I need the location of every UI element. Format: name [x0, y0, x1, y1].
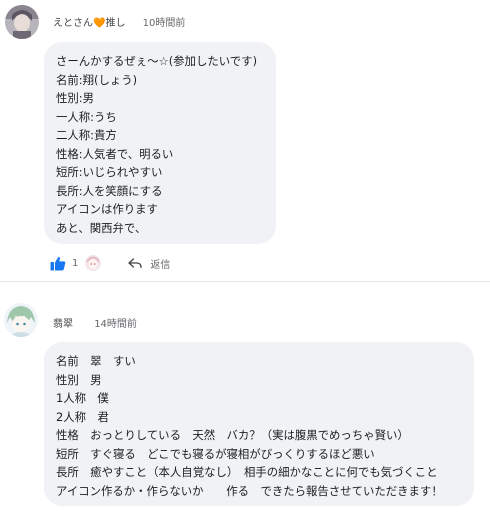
timestamp[interactable]: 14時間前 — [94, 319, 137, 330]
comment-meta: えとさん🧡推し 10時間前 — [53, 14, 185, 29]
reply-button[interactable]: 返信 — [128, 256, 170, 271]
reply-label: 返信 — [150, 259, 171, 271]
comment-bubble: さーんかするぜぇ～☆(参加したいです) 名前:翔(しょう) 性別:男 一人称:う… — [44, 42, 276, 244]
comment-line: 性別 男 — [56, 372, 102, 387]
avatar-image — [5, 5, 39, 39]
comment-line: 短所:いじられやすい — [56, 165, 163, 179]
avatar-image — [4, 303, 38, 337]
comment-line: 性格 おっとりしている 天然 バカ？（実は腹黒でめっちゃ賢い） — [56, 428, 409, 442]
comment-line: アイコン作るか・作らないか 作る できたら報告させていただきます！ — [56, 483, 443, 498]
comment-line: 長所 癒やすこと（本人自覚なし） 相手の細かなことに何でも気づくこと — [56, 465, 438, 479]
comment-line: 性格:人気者で、明るい — [56, 146, 174, 161]
comment-line: 名前:翔(しょう) — [56, 72, 138, 87]
comment-line: 一人称:うち — [56, 109, 117, 124]
comment-line: アイコンは作ります — [56, 202, 158, 216]
reactor-avatar[interactable] — [85, 255, 102, 271]
avatar[interactable] — [4, 303, 38, 337]
comment-meta: 翡翠 14時間前 — [53, 315, 137, 330]
timestamp[interactable]: 10時間前 — [143, 18, 186, 29]
comment-line: 名前 翠 すい — [56, 354, 136, 368]
comment-bubble: 名前 翠 すい 性別 男 1人称 僕 2人称 君 性格 おっとりしている 天然 … — [44, 342, 474, 506]
thumbs-up-icon — [50, 256, 66, 270]
reply-arrow-icon — [128, 257, 143, 268]
avatar[interactable] — [5, 5, 39, 39]
author-name[interactable]: 翡翠 — [53, 319, 73, 330]
like-count: 1 — [72, 257, 79, 269]
author-name[interactable]: えとさん🧡推し — [53, 18, 125, 29]
comment-line: 短所 すぐ寝る どこでも寝るが寝相がびっくりするほど悪い — [56, 446, 375, 461]
comment-line: あと、関西弁で、 — [56, 220, 147, 235]
comment-line: 性別:男 — [56, 91, 95, 105]
comment-line: 長所:人を笑顔にする — [56, 183, 163, 198]
comment-divider — [0, 281, 490, 282]
comment-line: さーんかするぜぇ～☆(参加したいです) — [56, 54, 258, 68]
reactor-avatar-image — [85, 255, 102, 271]
comment-line: 二人称:貴方 — [56, 128, 117, 142]
like-button[interactable] — [50, 256, 66, 271]
comment-line: 2人称 君 — [56, 409, 109, 424]
comment-line: 1人称 僕 — [56, 391, 109, 405]
comment-actions: 1 返信 — [50, 255, 170, 271]
